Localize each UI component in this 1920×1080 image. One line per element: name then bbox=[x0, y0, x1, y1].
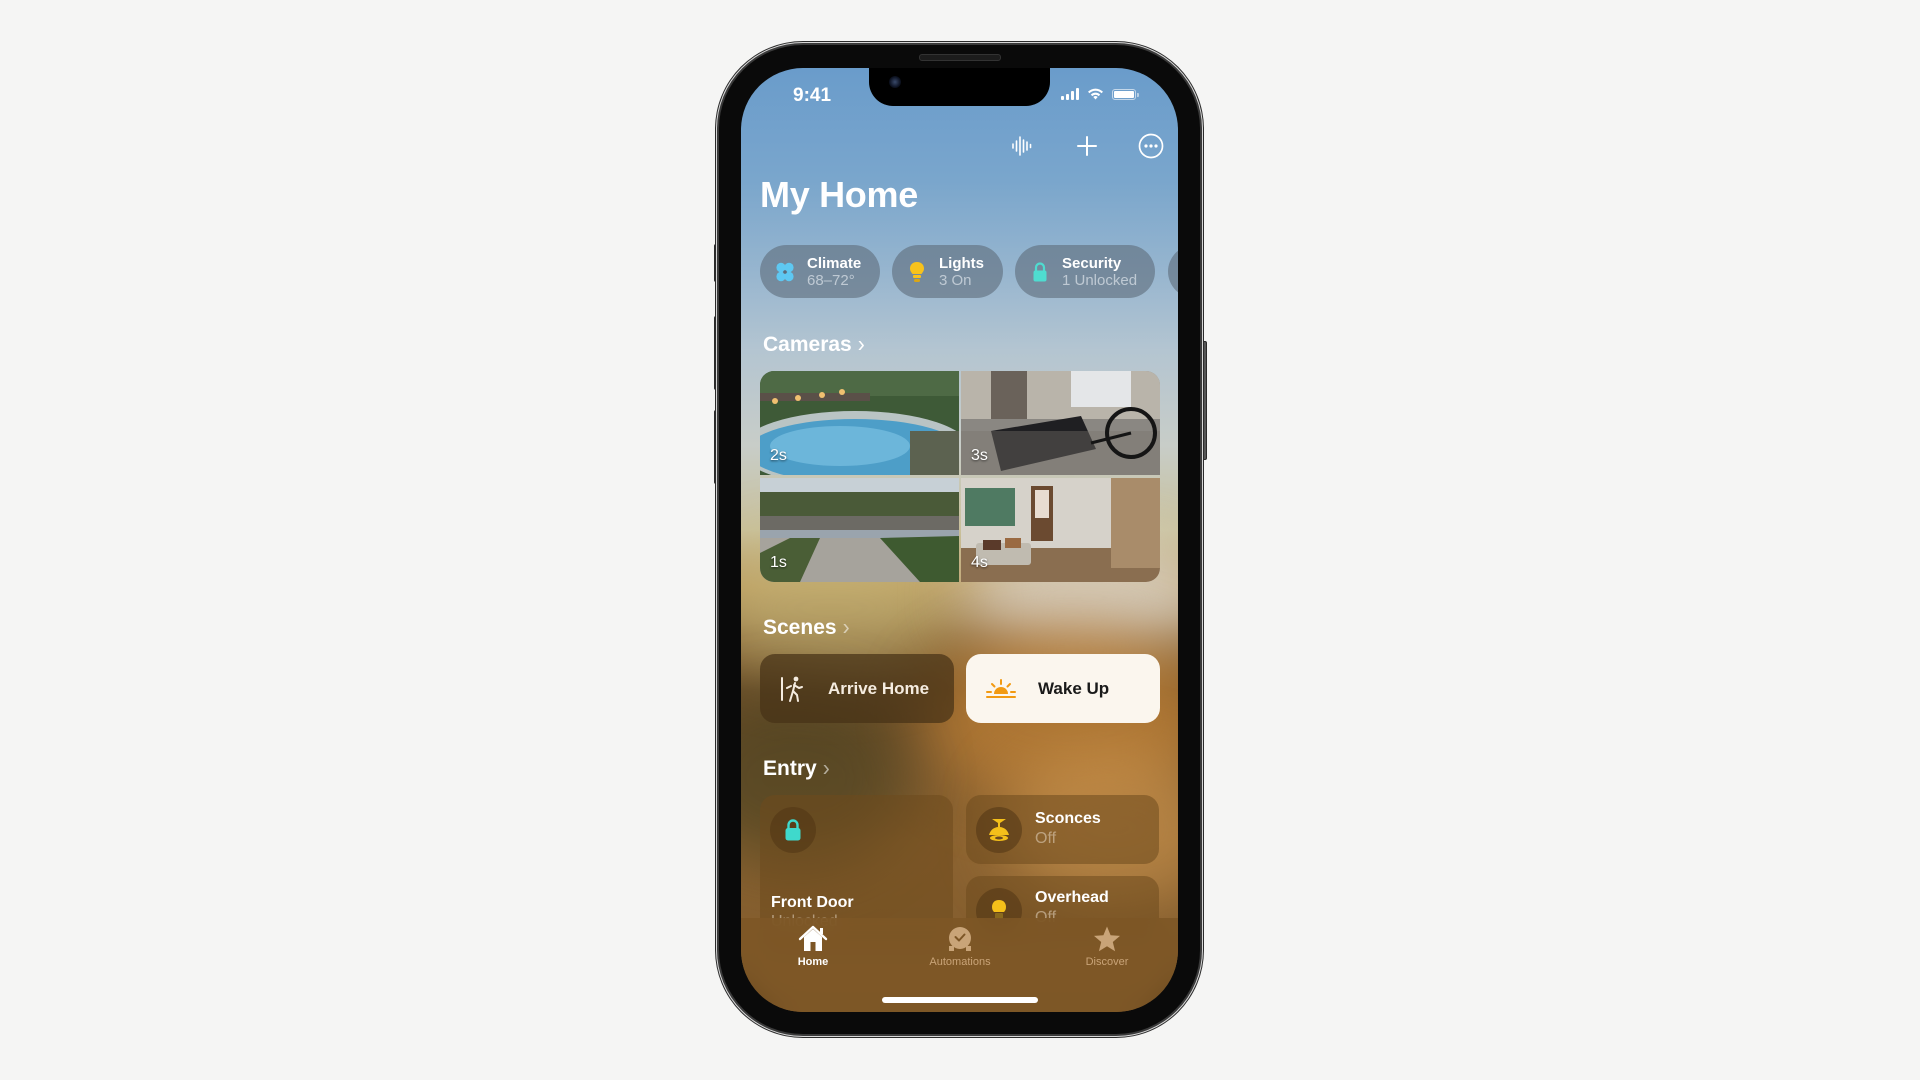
cameras-title: Cameras bbox=[763, 333, 852, 356]
scene-label: Wake Up bbox=[1038, 678, 1110, 698]
camera-feed-garage[interactable]: 3s bbox=[961, 371, 1160, 475]
scene-arrive-home[interactable]: Arrive Home bbox=[760, 654, 954, 723]
clock-check-icon bbox=[949, 927, 971, 951]
entry-section-header[interactable]: Entry › bbox=[763, 755, 830, 782]
wifi-icon bbox=[1088, 88, 1103, 100]
entry-title: Entry bbox=[763, 757, 817, 780]
accessory-sconces[interactable]: Sconces Off bbox=[966, 795, 1159, 864]
power-button[interactable] bbox=[1200, 341, 1207, 460]
house-icon bbox=[798, 925, 828, 951]
lights-pill-subtitle: 3 On bbox=[939, 271, 972, 289]
more-button[interactable] bbox=[1137, 132, 1165, 160]
lock-open-icon bbox=[1033, 261, 1047, 281]
battery-icon bbox=[1112, 88, 1139, 100]
camera-age-label: 4s bbox=[971, 554, 988, 571]
intercom-button[interactable] bbox=[1008, 132, 1036, 160]
camera-feed-driveway[interactable]: 1s bbox=[760, 478, 959, 582]
status-time: 9:41 bbox=[793, 85, 832, 106]
cellular-signal-icon bbox=[1061, 88, 1079, 100]
accessory-status: Off bbox=[1035, 830, 1057, 847]
camera-grid: 2s 3s 1s 4s bbox=[760, 371, 1160, 582]
scenes-section-header[interactable]: Scenes › bbox=[763, 614, 850, 641]
earpiece-speaker bbox=[919, 54, 1001, 61]
camera-feed-living-room[interactable]: 4s bbox=[961, 478, 1160, 582]
chevron-right-icon: › bbox=[857, 331, 865, 358]
lightbulb-icon bbox=[910, 261, 924, 282]
accessory-title: Sconces bbox=[1035, 810, 1101, 827]
chevron-right-icon: › bbox=[842, 614, 850, 641]
lights-pill[interactable]: Lights 3 On bbox=[892, 245, 1003, 298]
accessory-title: Front Door bbox=[771, 894, 854, 911]
living-room-camera-thumbnail bbox=[961, 478, 1160, 582]
climate-pill[interactable]: Climate 68–72° bbox=[760, 245, 880, 298]
waveform-icon bbox=[1012, 136, 1032, 156]
page-title: My Home bbox=[760, 174, 918, 215]
scenes-title: Scenes bbox=[763, 616, 837, 639]
pool-camera-thumbnail bbox=[760, 371, 959, 475]
scene-label: Arrive Home bbox=[828, 678, 930, 698]
camera-feed-pool[interactable]: 2s bbox=[760, 371, 959, 475]
status-indicators bbox=[1061, 88, 1139, 100]
star-icon bbox=[1094, 926, 1120, 952]
sunrise-icon bbox=[986, 678, 1016, 698]
tab-label: Discover bbox=[1085, 956, 1129, 968]
plus-icon bbox=[1077, 136, 1097, 156]
chevron-right-icon: › bbox=[822, 755, 830, 782]
security-pill-title: Security bbox=[1062, 254, 1122, 272]
climate-pill-subtitle: 68–72° bbox=[807, 271, 855, 289]
accessory-title: Overhead bbox=[1035, 889, 1109, 906]
ellipsis-circle-icon bbox=[1138, 133, 1164, 159]
lock-icon bbox=[785, 819, 801, 841]
camera-age-label: 2s bbox=[770, 447, 787, 464]
add-button[interactable] bbox=[1073, 132, 1101, 160]
climate-pill-title: Climate bbox=[807, 254, 862, 272]
camera-age-label: 1s bbox=[770, 554, 787, 571]
home-indicator[interactable] bbox=[882, 997, 1038, 1003]
lights-pill-title: Lights bbox=[939, 254, 984, 272]
camera-age-label: 3s bbox=[971, 447, 988, 464]
pendant-lamp-icon bbox=[989, 819, 1009, 841]
scene-wake-up[interactable]: Wake Up bbox=[966, 654, 1160, 723]
security-pill[interactable]: Security 1 Unlocked bbox=[1015, 245, 1155, 298]
front-camera bbox=[889, 76, 901, 88]
tab-discover[interactable]: Discover bbox=[1052, 925, 1162, 968]
driveway-camera-thumbnail bbox=[760, 478, 959, 582]
tab-automations[interactable]: Automations bbox=[905, 925, 1015, 968]
cameras-section-header[interactable]: Cameras › bbox=[763, 331, 865, 358]
tab-home[interactable]: Home bbox=[758, 925, 868, 968]
person-arrive-icon bbox=[781, 676, 803, 702]
fan-icon bbox=[776, 262, 794, 281]
security-pill-subtitle: 1 Unlocked bbox=[1062, 271, 1138, 289]
tab-label: Automations bbox=[929, 956, 991, 968]
garage-camera-thumbnail bbox=[961, 371, 1160, 475]
tab-label: Home bbox=[797, 956, 829, 968]
